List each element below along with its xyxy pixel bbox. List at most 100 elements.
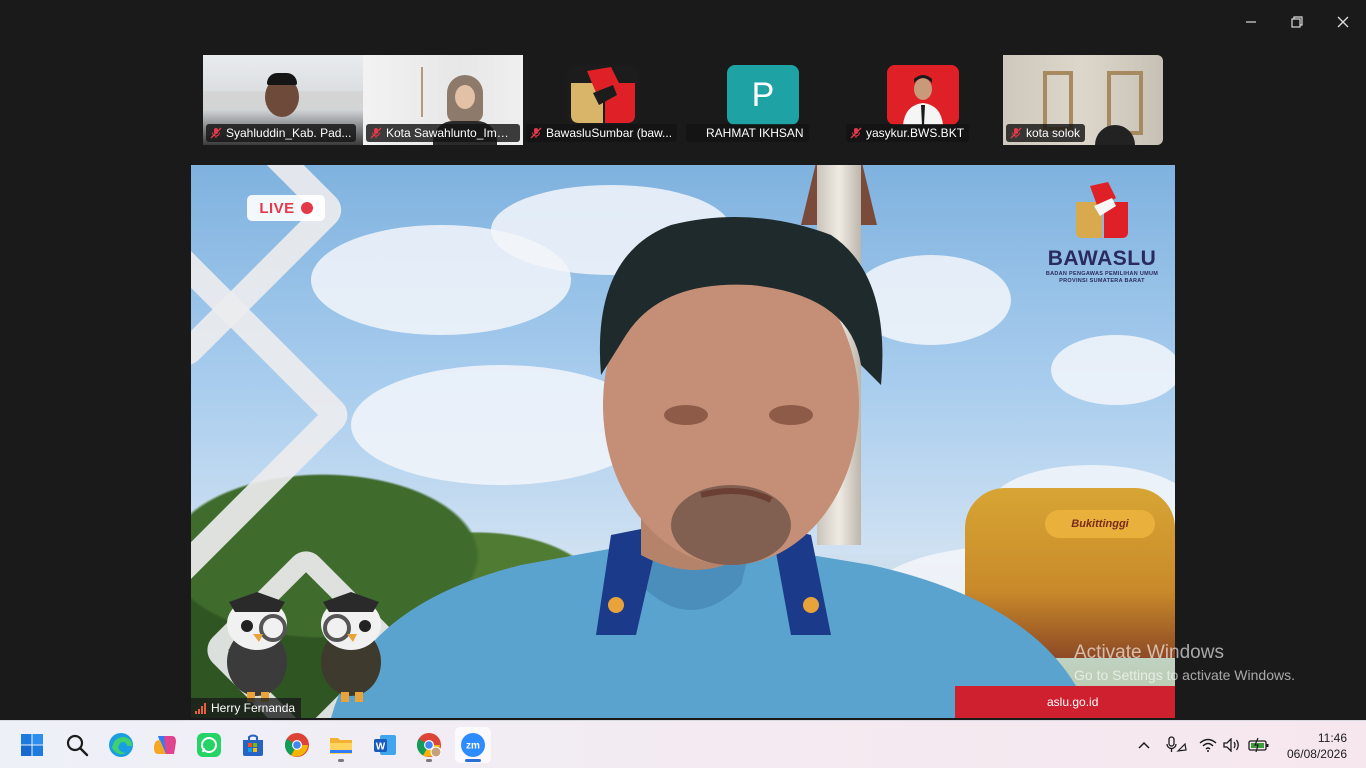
svg-text:zm: zm bbox=[466, 741, 480, 752]
participant-name-label: BawasluSumbar (baw... bbox=[526, 124, 678, 142]
participant-tile[interactable]: Kota Sawahlunto_Imel... bbox=[363, 55, 523, 145]
mic-muted-icon bbox=[1010, 127, 1022, 139]
participant-tile[interactable]: yasykur.BWS.BKT bbox=[843, 55, 1003, 145]
profile-photo-icon bbox=[887, 65, 959, 125]
edge-icon bbox=[109, 733, 133, 757]
live-dot-icon bbox=[300, 202, 313, 214]
participant-name: Syahluddin_Kab. Pad... bbox=[226, 126, 352, 140]
live-label: LIVE bbox=[259, 199, 295, 217]
taskbar-app-chrome-profile[interactable] bbox=[411, 727, 447, 763]
taskbar-app-zoom[interactable]: zm bbox=[455, 727, 491, 763]
close-icon bbox=[1337, 16, 1349, 28]
volume-status[interactable] bbox=[1220, 721, 1244, 768]
battery-charging-icon bbox=[1248, 738, 1269, 752]
participant-tile[interactable]: BawasluSumbar (baw... bbox=[523, 55, 683, 145]
close-button[interactable] bbox=[1320, 0, 1366, 44]
running-indicator bbox=[338, 759, 344, 762]
microsoft-store-icon bbox=[243, 734, 263, 756]
search-icon bbox=[66, 734, 89, 757]
participant-name-label: kota solok bbox=[1006, 124, 1086, 142]
clock-date: 06/08/2026 bbox=[1286, 747, 1347, 761]
taskbar: W zm 11:46 06/08/2026 bbox=[0, 720, 1366, 768]
restore-icon bbox=[1291, 16, 1303, 28]
mic-muted-icon bbox=[210, 127, 222, 139]
taskbar-app-whatsapp[interactable] bbox=[191, 727, 227, 763]
minimize-button[interactable] bbox=[1228, 0, 1274, 44]
website-text: aslu.go.id bbox=[1047, 695, 1099, 709]
copilot-icon bbox=[154, 736, 176, 754]
mic-muted-icon bbox=[530, 127, 542, 139]
activate-windows-watermark: Activate Windows Go to Settings to activ… bbox=[1074, 642, 1295, 683]
word-icon: W bbox=[374, 735, 396, 755]
battery-status[interactable] bbox=[1246, 721, 1272, 768]
speaker-name-label: Herry Fernanda bbox=[191, 698, 302, 718]
svg-text:W: W bbox=[376, 742, 386, 753]
wifi-status[interactable] bbox=[1196, 721, 1220, 768]
owl-mascot-icon bbox=[321, 592, 381, 702]
clock-time: 11:46 bbox=[1317, 731, 1347, 745]
participant-face bbox=[455, 85, 475, 109]
background-shelf bbox=[421, 67, 429, 117]
system-clock[interactable]: 11:46 06/08/2026 bbox=[1287, 730, 1347, 762]
website-banner: aslu.go.id bbox=[955, 686, 1175, 718]
taskbar-app-word[interactable]: W bbox=[367, 727, 403, 763]
main-speaker-video[interactable]: Bukittinggi LIVE BAWASLU BADAN PENGAWAS … bbox=[191, 165, 1175, 718]
search-button[interactable] bbox=[59, 727, 95, 763]
folder-icon bbox=[330, 738, 352, 754]
window-controls bbox=[1228, 0, 1366, 44]
chrome-icon bbox=[284, 733, 309, 757]
running-indicator bbox=[465, 759, 481, 762]
connection-signal-icon bbox=[195, 702, 206, 714]
taskbar-app-store[interactable] bbox=[235, 727, 271, 763]
microphone-status[interactable] bbox=[1162, 721, 1190, 768]
participant-tile[interactable]: Syahluddin_Kab. Pad... bbox=[203, 55, 363, 145]
chevron-up-icon bbox=[1138, 741, 1150, 749]
participant-strip: Syahluddin_Kab. Pad... Kota Sawahlunto_I… bbox=[203, 55, 1163, 145]
bawaslu-logo: BAWASLU BADAN PENGAWAS PEMILIHAN UMUM PR… bbox=[1043, 180, 1161, 285]
minimize-icon bbox=[1246, 21, 1256, 23]
participant-name: yasykur.BWS.BKT bbox=[866, 126, 965, 140]
watermark-subtitle: Go to Settings to activate Windows. bbox=[1074, 667, 1295, 683]
participant-name-label: RAHMAT IKHSAN bbox=[686, 124, 809, 142]
participant-name: kota solok bbox=[1026, 126, 1081, 140]
participant-name: Kota Sawahlunto_Imel... bbox=[386, 126, 515, 140]
show-hidden-icons-button[interactable] bbox=[1132, 721, 1156, 768]
participant-name-label: yasykur.BWS.BKT bbox=[846, 124, 970, 142]
running-indicator bbox=[426, 759, 432, 762]
wifi-icon bbox=[1199, 738, 1217, 752]
taskbar-app-file-explorer[interactable] bbox=[323, 727, 359, 763]
participant-cap bbox=[267, 73, 297, 85]
windows-logo-icon bbox=[21, 734, 43, 756]
watermark-title: Activate Windows bbox=[1074, 642, 1224, 663]
speaker-icon bbox=[1223, 738, 1239, 752]
participant-tile[interactable]: kota solok bbox=[1003, 55, 1163, 145]
chrome-icon bbox=[416, 733, 442, 758]
participant-name-label: Syahluddin_Kab. Pad... bbox=[206, 124, 357, 142]
taskbar-app-copilot[interactable] bbox=[147, 727, 183, 763]
mic-muted-icon bbox=[850, 127, 862, 139]
taskbar-app-chrome[interactable] bbox=[279, 727, 315, 763]
participant-avatar bbox=[567, 65, 639, 125]
participant-tile[interactable]: P RAHMAT IKHSAN bbox=[683, 55, 843, 145]
zoom-icon: zm bbox=[461, 733, 485, 757]
bawaslu-emblem-icon bbox=[1076, 182, 1128, 238]
participant-avatar-photo bbox=[887, 65, 959, 125]
live-badge: LIVE bbox=[247, 195, 325, 221]
whatsapp-icon bbox=[197, 733, 221, 757]
participant-name: BawasluSumbar (baw... bbox=[546, 126, 673, 140]
start-button[interactable] bbox=[14, 727, 50, 763]
org-subtitle-1: BADAN PENGAWAS PEMILIHAN UMUM bbox=[1045, 271, 1159, 277]
bawaslu-logo-icon bbox=[567, 65, 639, 125]
owl-mascot-icon bbox=[227, 592, 287, 702]
background-door bbox=[1043, 71, 1073, 131]
participant-name: RAHMAT IKHSAN bbox=[706, 126, 804, 140]
speaker-name: Herry Fernanda bbox=[211, 701, 296, 715]
org-name: BAWASLU bbox=[1047, 247, 1157, 270]
participant-name-label: Kota Sawahlunto_Imel... bbox=[366, 124, 520, 142]
taskbar-app-edge[interactable] bbox=[103, 727, 139, 763]
microphone-in-use-icon bbox=[1166, 736, 1187, 752]
restore-button[interactable] bbox=[1274, 0, 1320, 44]
org-subtitle-2: PROVINSI SUMATERA BARAT bbox=[1059, 278, 1145, 285]
mic-muted-icon bbox=[370, 127, 382, 139]
participant-avatar-letter: P bbox=[727, 65, 799, 125]
